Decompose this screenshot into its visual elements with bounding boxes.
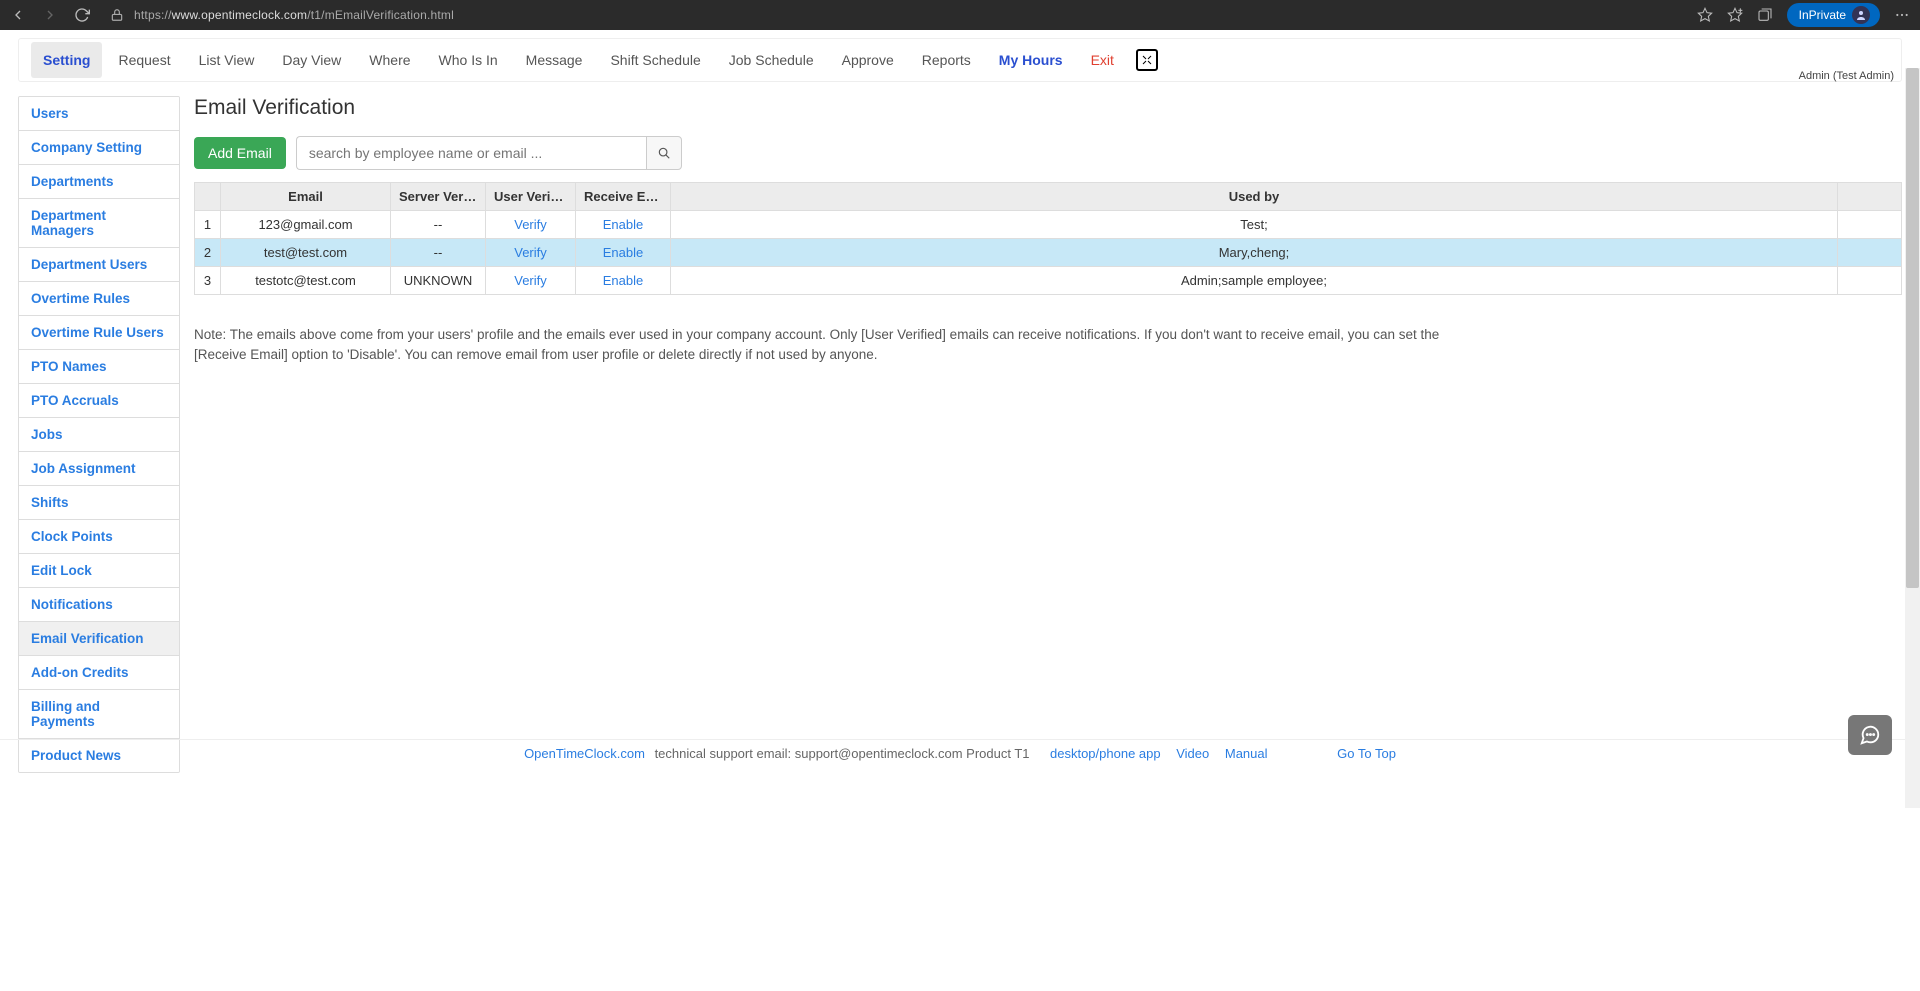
cell-index: 1	[195, 211, 221, 239]
collections-icon[interactable]	[1757, 7, 1773, 23]
browser-chrome-bar: https://www.opentimeclock.com/t1/mEmailV…	[0, 0, 1920, 30]
cell-end	[1838, 267, 1902, 295]
table-row[interactable]: 3testotc@test.comUNKNOWN Verify Enable Admi…	[195, 267, 1902, 295]
admin-label: Admin (Test Admin)	[1799, 70, 1894, 82]
sidebar-item-jobs[interactable]: Jobs	[19, 418, 179, 452]
cell-email: 123@gmail.com	[221, 211, 391, 239]
th-user-verified[interactable]: User Verified	[486, 183, 576, 211]
scrollbar-thumb[interactable]	[1906, 68, 1919, 588]
th-server-verified[interactable]: Server Verified	[391, 183, 486, 211]
chat-icon	[1859, 724, 1881, 746]
enable-link[interactable]: Enable	[603, 273, 643, 288]
chat-button[interactable]	[1848, 715, 1892, 755]
cell-server-verified: UNKNOWN	[391, 267, 486, 295]
scrollbar[interactable]	[1905, 68, 1920, 808]
tab-approve[interactable]: Approve	[830, 42, 906, 78]
verify-link[interactable]: Verify	[514, 245, 547, 260]
th-index	[195, 183, 221, 211]
sidebar-item-pto-accruals[interactable]: PTO Accruals	[19, 384, 179, 418]
footer-link-app[interactable]: desktop/phone app	[1050, 746, 1161, 761]
table-row[interactable]: 2test@test.com-- Verify Enable Mary,cheng;	[195, 239, 1902, 267]
cell-email: test@test.com	[221, 239, 391, 267]
cell-used-by: Mary,cheng;	[671, 239, 1838, 267]
cell-used-by: Test;	[671, 211, 1838, 239]
refresh-icon[interactable]	[74, 7, 90, 23]
table-row[interactable]: 1123@gmail.com-- Verify Enable Test;	[195, 211, 1902, 239]
verify-link[interactable]: Verify	[514, 273, 547, 288]
sidebar-item-billing-and-payments[interactable]: Billing and Payments	[19, 690, 179, 739]
forward-icon[interactable]	[42, 7, 58, 23]
th-email[interactable]: Email	[221, 183, 391, 211]
back-icon[interactable]	[10, 7, 26, 23]
note-text: Note: The emails above come from your us…	[194, 325, 1479, 364]
cell-end	[1838, 211, 1902, 239]
more-icon[interactable]	[1894, 7, 1910, 23]
cell-index: 3	[195, 267, 221, 295]
search-button[interactable]	[646, 136, 682, 170]
enable-link[interactable]: Enable	[603, 245, 643, 260]
tab-where[interactable]: Where	[357, 42, 422, 78]
address-bar[interactable]: https://www.opentimeclock.com/t1/mEmailV…	[110, 8, 1697, 22]
sidebar-item-users[interactable]: Users	[19, 97, 179, 131]
page-title: Email Verification	[194, 96, 1902, 120]
sidebar-item-notifications[interactable]: Notifications	[19, 588, 179, 622]
sidebar-item-add-on-credits[interactable]: Add-on Credits	[19, 656, 179, 690]
sidebar: UsersCompany SettingDepartmentsDepartmen…	[18, 96, 180, 773]
footer-mid: technical support email: support@opentim…	[651, 746, 1030, 761]
cell-end	[1838, 239, 1902, 267]
sidebar-item-edit-lock[interactable]: Edit Lock	[19, 554, 179, 588]
tab-shift-schedule[interactable]: Shift Schedule	[598, 42, 712, 78]
footer-link-manual[interactable]: Manual	[1225, 746, 1268, 761]
sidebar-item-company-setting[interactable]: Company Setting	[19, 131, 179, 165]
tab-who-is-in[interactable]: Who Is In	[427, 42, 510, 78]
th-end	[1838, 183, 1902, 211]
verify-link[interactable]: Verify	[514, 217, 547, 232]
footer-go-to-top[interactable]: Go To Top	[1337, 746, 1396, 761]
th-used-by[interactable]: Used by	[671, 183, 1838, 211]
footer-brand-link[interactable]: OpenTimeClock.com	[524, 746, 645, 761]
email-table: Email Server Verified User Verified Rece…	[194, 182, 1902, 295]
enable-link[interactable]: Enable	[603, 217, 643, 232]
footer: OpenTimeClock.com technical support emai…	[0, 739, 1920, 767]
favorites-icon[interactable]	[1727, 7, 1743, 23]
search-input[interactable]	[296, 136, 646, 170]
sidebar-item-job-assignment[interactable]: Job Assignment	[19, 452, 179, 486]
avatar-icon	[1852, 6, 1870, 24]
sidebar-item-email-verification[interactable]: Email Verification	[19, 622, 179, 656]
tab-reports[interactable]: Reports	[910, 42, 983, 78]
sidebar-item-pto-names[interactable]: PTO Names	[19, 350, 179, 384]
cell-email: testotc@test.com	[221, 267, 391, 295]
sidebar-item-department-managers[interactable]: Department Managers	[19, 199, 179, 248]
tab-job-schedule[interactable]: Job Schedule	[717, 42, 826, 78]
sidebar-item-clock-points[interactable]: Clock Points	[19, 520, 179, 554]
fullscreen-icon[interactable]	[1136, 49, 1158, 71]
url-text: https://www.opentimeclock.com/t1/mEmailV…	[134, 8, 454, 22]
sidebar-item-departments[interactable]: Departments	[19, 165, 179, 199]
cell-server-verified: --	[391, 239, 486, 267]
star-add-icon[interactable]	[1697, 7, 1713, 23]
tab-setting[interactable]: Setting	[31, 42, 102, 78]
lock-icon	[110, 8, 124, 22]
th-receive-email[interactable]: Receive Email	[576, 183, 671, 211]
sidebar-item-overtime-rules[interactable]: Overtime Rules	[19, 282, 179, 316]
tab-my-hours[interactable]: My Hours	[987, 42, 1075, 78]
sidebar-item-overtime-rule-users[interactable]: Overtime Rule Users	[19, 316, 179, 350]
search-icon	[657, 146, 671, 160]
footer-link-video[interactable]: Video	[1176, 746, 1209, 761]
add-email-button[interactable]: Add Email	[194, 137, 286, 169]
sidebar-item-department-users[interactable]: Department Users	[19, 248, 179, 282]
tab-exit[interactable]: Exit	[1079, 42, 1126, 78]
top-nav: SettingRequestList ViewDay ViewWhereWho …	[18, 38, 1902, 82]
tab-request[interactable]: Request	[106, 42, 182, 78]
tab-day-view[interactable]: Day View	[270, 42, 353, 78]
cell-used-by: Admin;sample employee;	[671, 267, 1838, 295]
cell-server-verified: --	[391, 211, 486, 239]
tab-list-view[interactable]: List View	[187, 42, 267, 78]
cell-index: 2	[195, 239, 221, 267]
sidebar-item-shifts[interactable]: Shifts	[19, 486, 179, 520]
inprivate-button[interactable]: InPrivate	[1787, 3, 1880, 27]
inprivate-label: InPrivate	[1799, 8, 1846, 22]
tab-message[interactable]: Message	[514, 42, 595, 78]
